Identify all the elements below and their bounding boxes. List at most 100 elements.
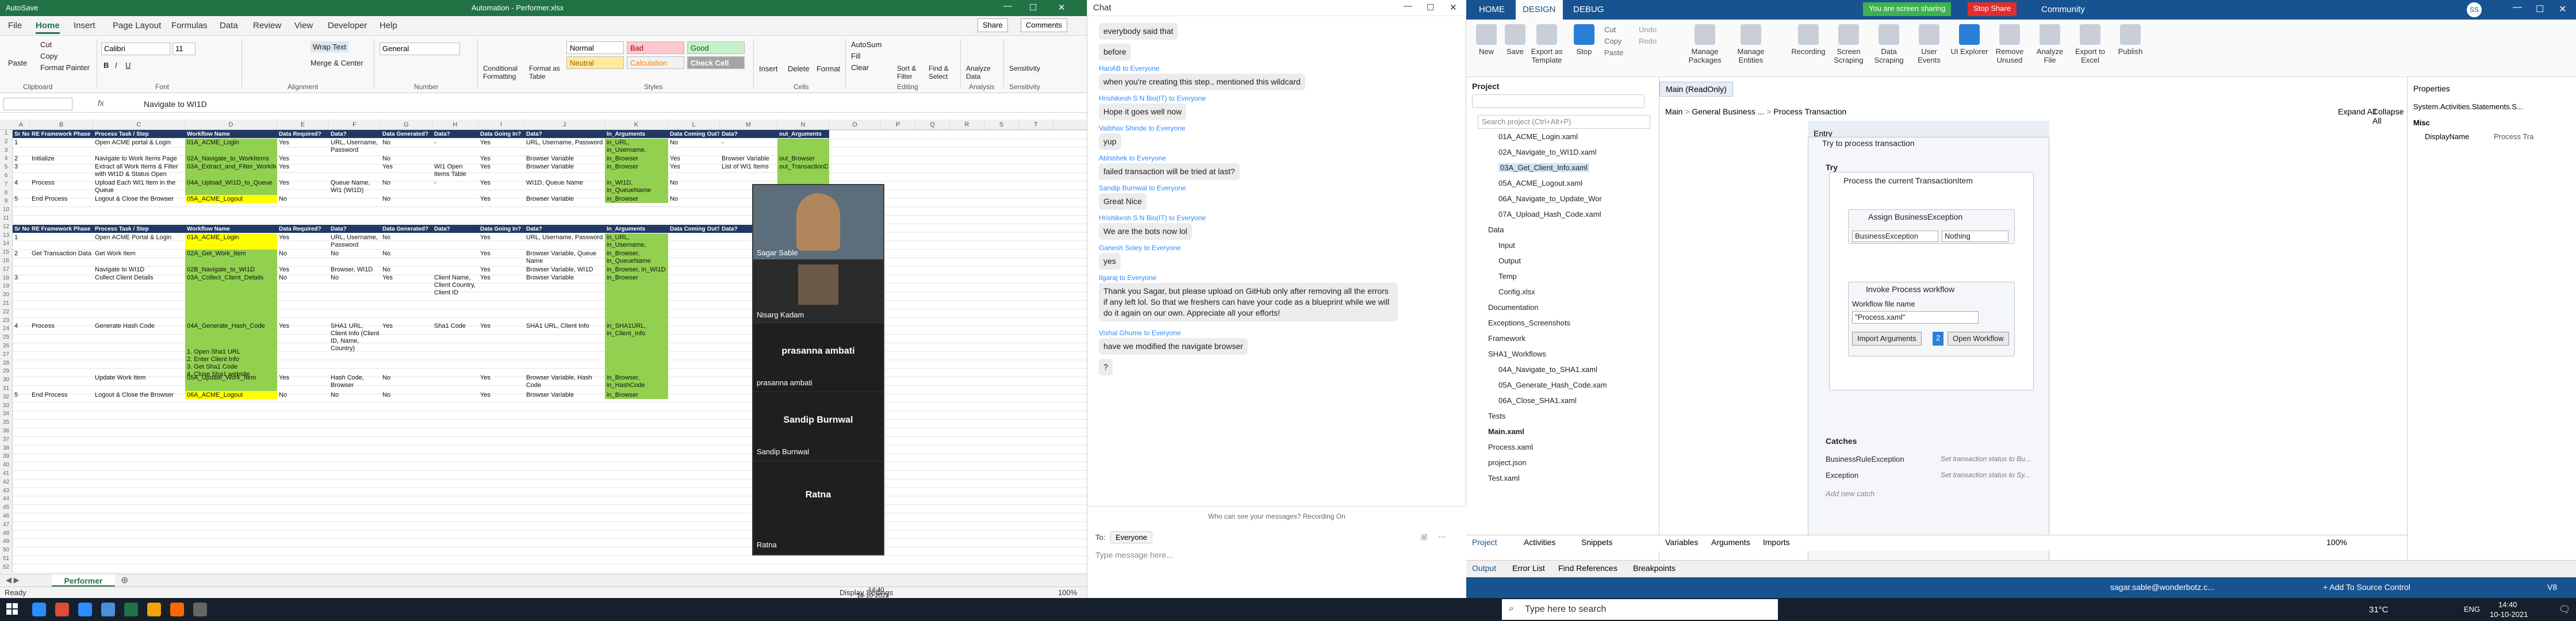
project-tree-item[interactable]: 05A_ACME_Logout.xaml [1498, 179, 1582, 187]
table-cell[interactable]: Get Transaction Data [32, 250, 92, 265]
table-cell[interactable]: out_Browser [779, 155, 828, 162]
table-cell[interactable]: End Process [32, 195, 92, 202]
project-tree-item[interactable]: Config.xlsx [1498, 288, 1535, 296]
language-indicator[interactable]: ENG [2464, 605, 2480, 614]
row-header[interactable]: 38 [0, 444, 13, 454]
table-cell[interactable]: 02A_Get_Work_Item [187, 250, 276, 265]
table-cell[interactable]: Yes [480, 155, 523, 162]
project-tree[interactable]: 01A_ACME_Login.xaml 02A_Navigate_to_WI1D.… [1466, 132, 1659, 535]
worksheet-grid[interactable]: 1 2 3 4 5 6 7 8 9 10 11 12 13 14 15 16 17 18 19 20 21 22 23 24 2… [0, 130, 1087, 574]
sheet-tab-performer[interactable]: Performer [52, 574, 115, 587]
zoom-app-icon[interactable] [32, 603, 46, 616]
row-header[interactable]: 40 [0, 462, 13, 470]
cut-button[interactable]: Cut [40, 40, 52, 49]
tab-file[interactable]: File [8, 21, 22, 30]
font-name-select[interactable]: Calibri [101, 43, 170, 55]
tab-activities[interactable]: Activities [1524, 538, 1555, 547]
table-header-cell[interactable]: Sr No [14, 225, 29, 233]
project-tree-item[interactable]: Main.xaml [1488, 427, 1524, 436]
table-cell[interactable]: Logout & Close the Browser [95, 195, 184, 202]
chrome-icon[interactable] [55, 603, 69, 616]
column-header[interactable]: E [277, 120, 329, 130]
video-tile-1[interactable]: Nisarg Kadam [753, 260, 883, 323]
table-cell[interactable]: 1 [14, 139, 29, 154]
tab-find-references[interactable]: Find References [1558, 564, 1617, 573]
tab-data[interactable]: Data [220, 21, 238, 30]
data-scraping-button[interactable]: Data Scraping [1869, 22, 1909, 64]
chat-sender[interactable]: Vaibhav Shinde to Everyone [1099, 124, 1186, 132]
table-header-cell[interactable]: In_Arguments [607, 225, 668, 233]
maximize-icon[interactable]: ☐ [1029, 2, 1037, 13]
row-header[interactable]: 18 [0, 274, 13, 283]
row-header[interactable]: 24 [0, 325, 13, 335]
style-normal[interactable]: Normal [566, 41, 624, 54]
table-cell[interactable]: Open ACME Portal & Login [95, 234, 184, 249]
row-header[interactable]: 48 [0, 530, 13, 539]
table-cell[interactable]: Yes [480, 374, 523, 390]
table-cell[interactable]: URL, Username, Password [331, 139, 379, 154]
row-header[interactable]: 20 [0, 292, 13, 300]
table-cell[interactable]: No [382, 155, 431, 162]
table-cell[interactable]: No [670, 195, 719, 202]
table-cell[interactable]: Process [32, 323, 92, 373]
explorer-icon[interactable] [147, 603, 161, 616]
designer-zoom[interactable]: 100% [2326, 538, 2347, 547]
column-header[interactable]: J [524, 120, 605, 130]
table-header-cell[interactable]: Data? [722, 131, 777, 138]
style-check-cell[interactable]: Check Cell [687, 56, 745, 69]
column-header[interactable]: T [1019, 120, 1053, 130]
row-header[interactable]: 22 [0, 308, 13, 317]
column-header[interactable]: O [829, 120, 881, 130]
sensitivity-button[interactable]: Sensitivity [1009, 64, 1040, 72]
table-cell[interactable]: Yes [480, 323, 523, 373]
chat-message[interactable]: yup [1099, 133, 1121, 150]
chat-sender[interactable]: Vishal Ghume to Everyone [1099, 329, 1181, 337]
export-template-button[interactable]: Export as Template [1527, 22, 1567, 64]
table-cell[interactable]: Yes [480, 179, 523, 194]
table-cell[interactable]: No [279, 274, 328, 321]
style-good[interactable]: Good [687, 41, 745, 54]
table-header-cell[interactable]: Data Going In? [480, 225, 524, 233]
chat-message[interactable]: Thank you Sagar, but please upload on Gi… [1099, 283, 1398, 321]
table-cell[interactable]: No [382, 234, 431, 249]
table-cell[interactable]: 04A_Upload_WI1D_to_Queue [187, 179, 276, 194]
clock-time[interactable]: 14:40 [2498, 600, 2517, 609]
table-cell[interactable]: in_Browser [607, 155, 667, 162]
tab-insert[interactable]: Insert [74, 21, 95, 30]
table-header-cell[interactable]: Sr No [14, 131, 29, 138]
table-cell[interactable]: No [382, 179, 431, 194]
table-cell[interactable]: No [382, 139, 431, 154]
find-select-button[interactable]: Find & Select [929, 64, 957, 80]
table-cell[interactable]: 01A_ACME_Login [187, 234, 276, 249]
notification-icon[interactable]: 🗨 [2559, 604, 2570, 615]
store-icon[interactable] [101, 603, 115, 616]
tab-imports[interactable]: Imports [1763, 538, 1790, 547]
table-header-cell[interactable]: Data? [526, 131, 604, 138]
column-header[interactable]: G [381, 120, 432, 130]
table-header-cell[interactable]: Data Coming Out? [670, 225, 719, 233]
tab-design[interactable]: DESIGN [1516, 0, 1563, 20]
project-tree-item[interactable]: Exceptions_Screenshots [1488, 319, 1570, 327]
table-cell[interactable]: - [434, 139, 477, 154]
chat-message[interactable]: We are the bots now lol [1099, 223, 1193, 240]
row-header[interactable]: 29 [0, 368, 13, 377]
chat-message-input[interactable]: Type message here... [1095, 550, 1452, 559]
table-header-cell[interactable]: Data? [331, 225, 380, 233]
tab-help[interactable]: Help [379, 21, 397, 30]
row-header[interactable]: 5 [0, 164, 13, 172]
project-tree-item[interactable]: SHA1_Workflows [1488, 350, 1546, 358]
clock-date[interactable]: 10-10-2021 [2490, 610, 2528, 619]
video-tile-presenter[interactable]: Sagar Sable [753, 185, 883, 260]
ui-explorer-button[interactable]: UI Explorer [1949, 22, 1989, 56]
table-cell[interactable]: Browser Variable, Hash Code [526, 374, 604, 390]
table-header-cell[interactable]: Workflow Name [187, 131, 277, 138]
table-cell[interactable]: SHA1 URL, Client Info [526, 323, 604, 373]
open-workflow-button[interactable]: Open Workflow [1948, 332, 2009, 346]
table-header-cell[interactable]: Data Going In? [480, 131, 524, 138]
table-cell[interactable]: Yes [279, 234, 328, 249]
underline-button[interactable]: U [125, 61, 131, 70]
table-cell[interactable]: - [434, 179, 477, 194]
row-header[interactable]: 19 [0, 283, 13, 292]
name-box[interactable] [3, 98, 72, 110]
row-header[interactable]: 43 [0, 487, 13, 496]
